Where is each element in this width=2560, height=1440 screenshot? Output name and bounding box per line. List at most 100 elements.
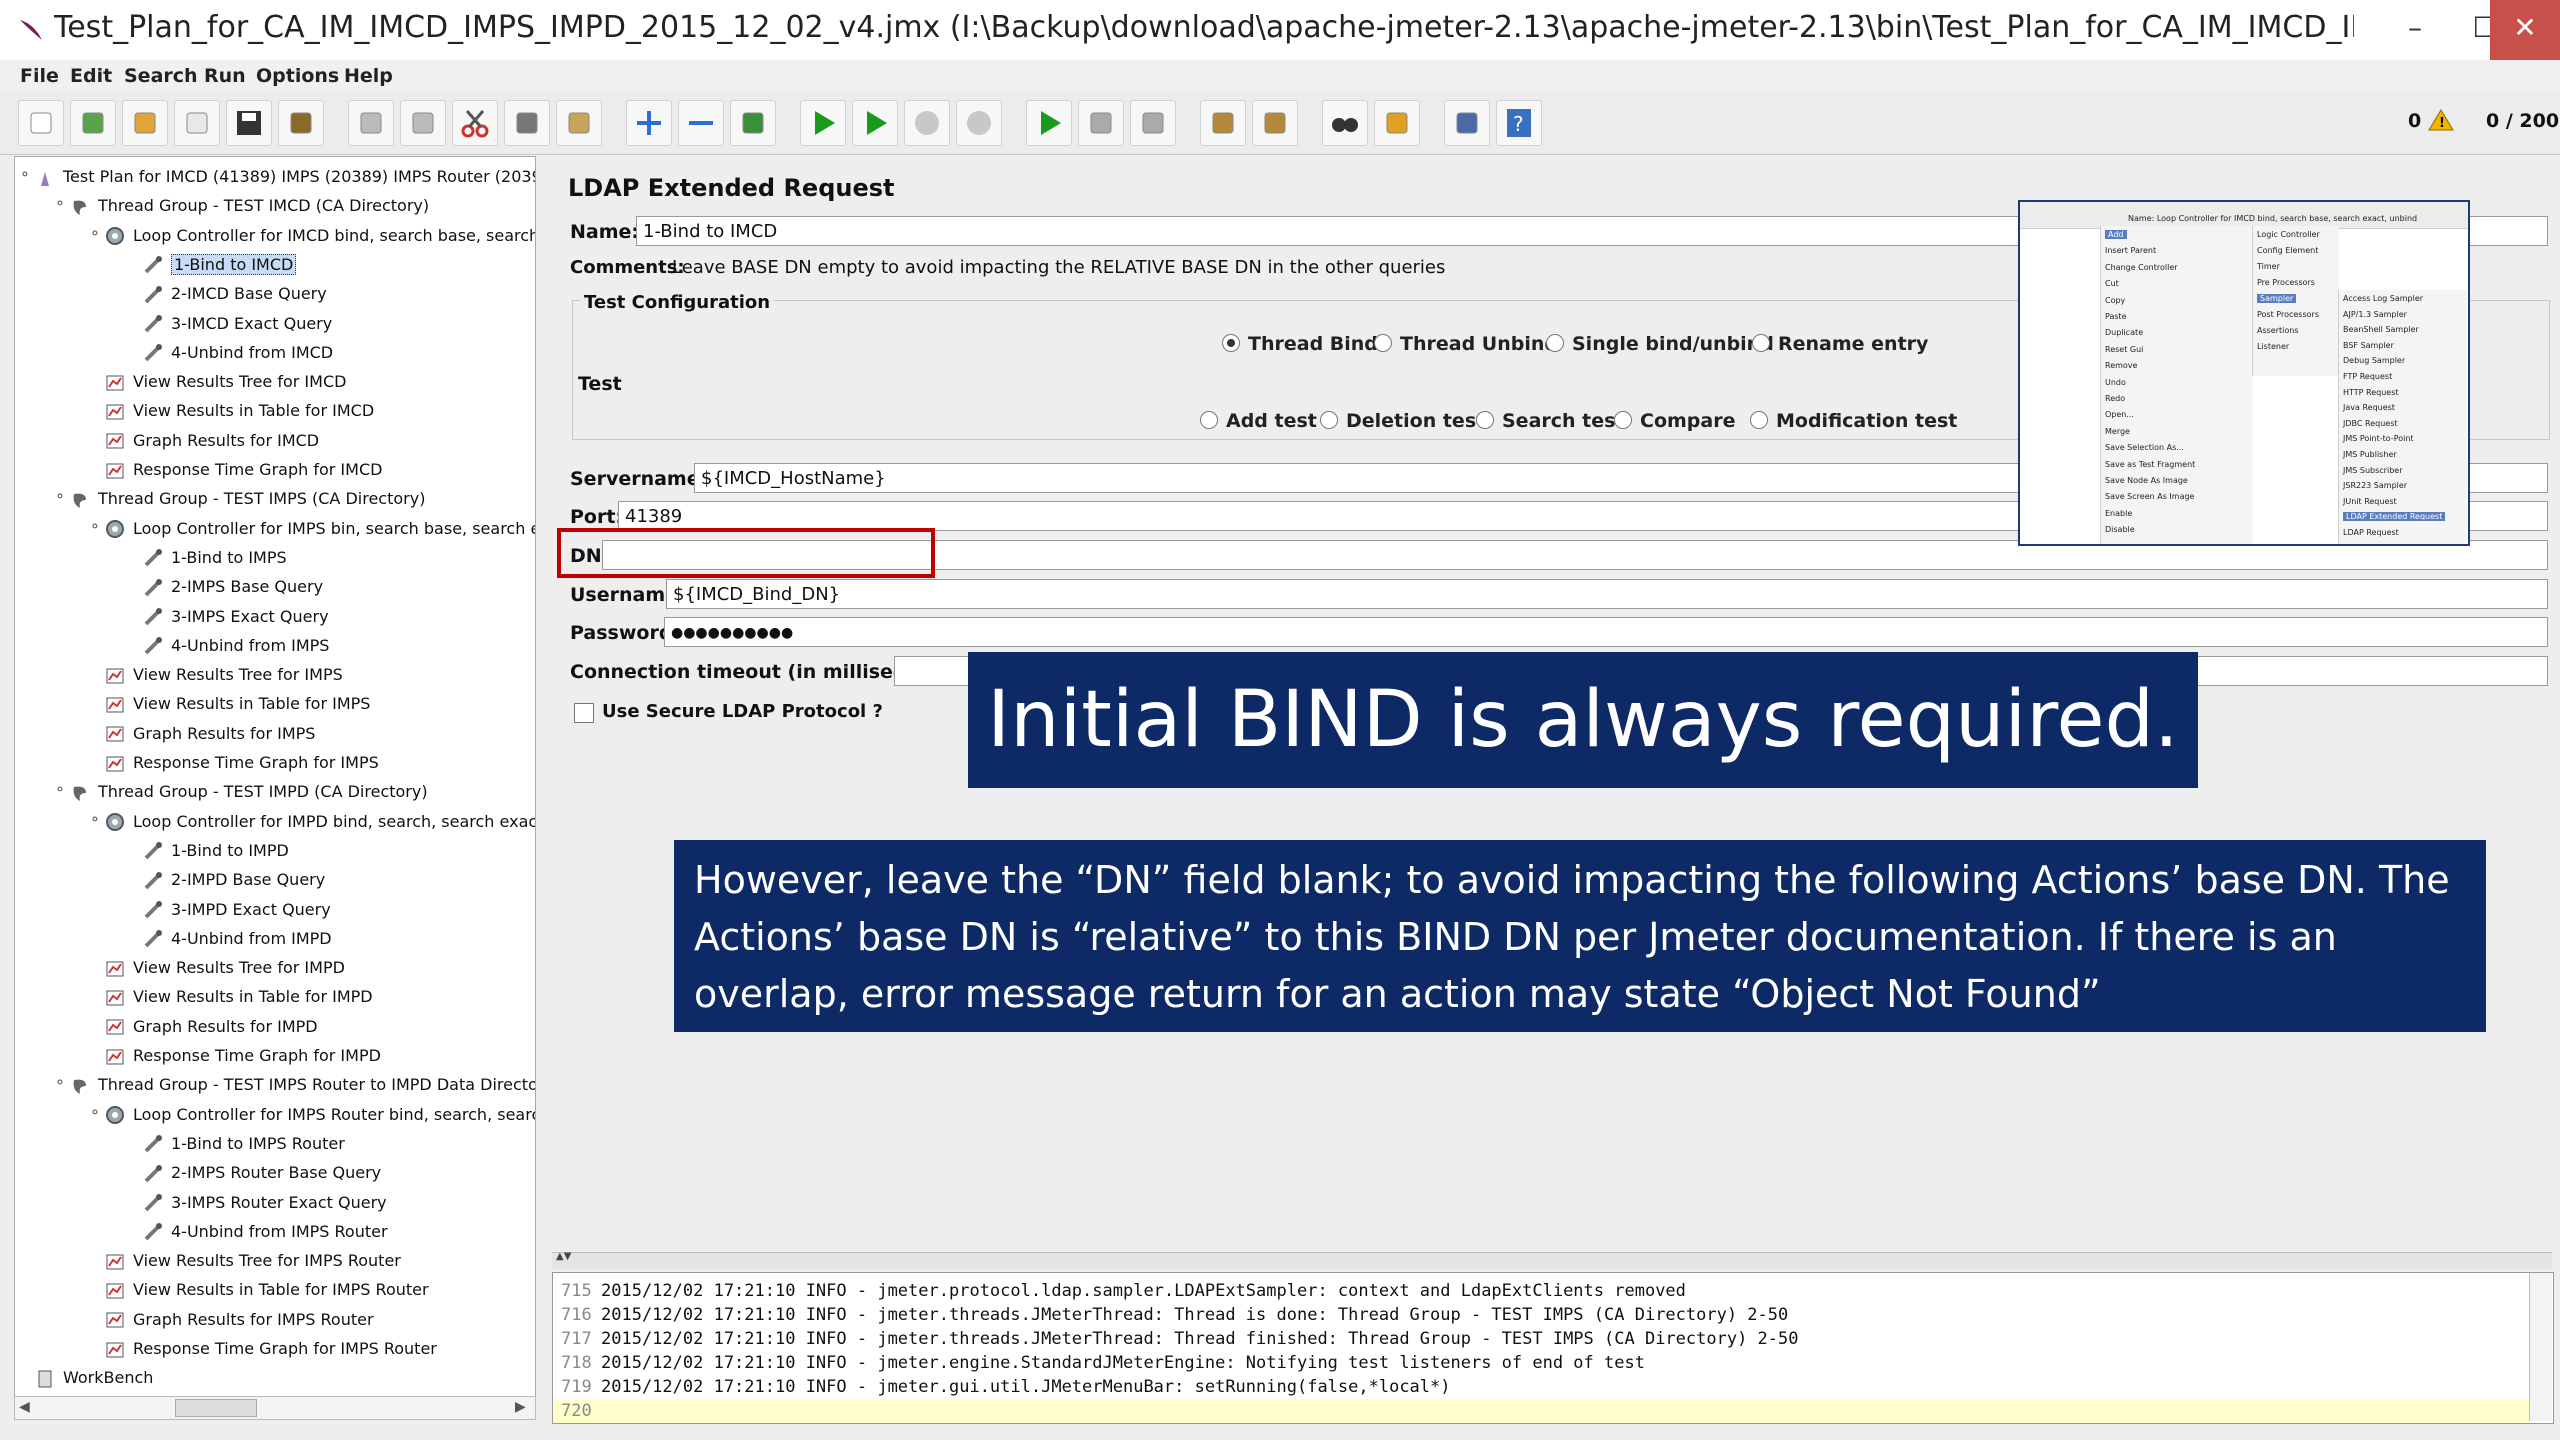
tree-sampler[interactable]: 1-Bind to IMPS Router xyxy=(143,1130,345,1158)
open-button[interactable] xyxy=(122,100,168,146)
warning-icon[interactable]: ! xyxy=(2428,108,2454,132)
save-as-button[interactable] xyxy=(278,100,324,146)
save-button[interactable] xyxy=(226,100,272,146)
tree-controller[interactable]: Loop Controller for IMPD bind, search, s… xyxy=(105,808,535,836)
radio-modification-test[interactable]: Modification test xyxy=(1750,410,1957,432)
undo-button[interactable] xyxy=(348,100,394,146)
tree-thread-group[interactable]: Thread Group - TEST IMPS (CA Directory) xyxy=(70,485,425,513)
tree-controller[interactable]: Loop Controller for IMCD bind, search ba… xyxy=(105,222,535,250)
tree-sampler[interactable]: 2-IMPS Router Base Query xyxy=(143,1159,381,1187)
search-button[interactable] xyxy=(1322,100,1368,146)
help-button[interactable]: ? xyxy=(1496,100,1542,146)
tree-sampler[interactable]: 3-IMPD Exact Query xyxy=(143,896,331,924)
tree-controller[interactable]: Loop Controller for IMPS bin, search bas… xyxy=(105,515,535,543)
collapse-button[interactable] xyxy=(678,100,724,146)
tree-listener[interactable]: View Results in Table for IMPS xyxy=(105,690,370,718)
tree-sampler[interactable]: 2-IMCD Base Query xyxy=(143,280,327,308)
tree-sampler[interactable]: 1-Bind to IMPS xyxy=(143,544,287,572)
reset-search-button[interactable] xyxy=(1374,100,1420,146)
log-splitter[interactable]: ▲▼ xyxy=(552,1251,2552,1269)
tree-listener[interactable]: View Results Tree for IMPD xyxy=(105,954,345,982)
tree-listener[interactable]: Graph Results for IMPS xyxy=(105,720,315,748)
radio-deletion-test[interactable]: Deletion test xyxy=(1320,410,1485,432)
menu-run[interactable]: Run xyxy=(204,65,246,87)
tree-node[interactable]: WorkBench xyxy=(35,1364,153,1392)
menu-file[interactable]: File xyxy=(20,65,59,87)
tree-sampler[interactable]: 3-IMPS Router Exact Query xyxy=(143,1189,387,1217)
expand-button[interactable] xyxy=(626,100,672,146)
menu-edit[interactable]: Edit xyxy=(70,65,112,87)
test-plan-tree[interactable]: Test Plan for IMCD (41389) IMPS (20389) … xyxy=(14,156,536,1398)
toggle-button[interactable] xyxy=(730,100,776,146)
secure-ldap-checkbox[interactable] xyxy=(574,703,594,723)
shutdown-button[interactable] xyxy=(956,100,1002,146)
remote-stop-button[interactable] xyxy=(1078,100,1124,146)
clear-button[interactable] xyxy=(1200,100,1246,146)
copy-button[interactable] xyxy=(504,100,550,146)
radio-compare[interactable]: Compare xyxy=(1614,410,1735,432)
tree-listener[interactable]: Response Time Graph for IMPD xyxy=(105,1042,381,1070)
tree-listener[interactable]: Response Time Graph for IMCD xyxy=(105,456,382,484)
tree-toggle-icon[interactable]: ⚬ xyxy=(89,226,101,242)
tree-thread-group[interactable]: Thread Group - TEST IMCD (CA Directory) xyxy=(70,192,429,220)
close-button[interactable]: ✕ xyxy=(2490,0,2560,60)
tree-sampler[interactable]: 2-IMPS Base Query xyxy=(143,573,323,601)
tree-listener[interactable]: View Results Tree for IMPS Router xyxy=(105,1247,401,1275)
paste-button[interactable] xyxy=(556,100,602,146)
menu-options[interactable]: Options xyxy=(256,65,339,87)
menu-search[interactable]: Search xyxy=(124,65,198,87)
redo-button[interactable] xyxy=(400,100,446,146)
menu-help[interactable]: Help xyxy=(344,65,393,87)
radio-add-test[interactable]: Add test xyxy=(1200,410,1317,432)
tree-sampler[interactable]: 4-Unbind from IMPD xyxy=(143,925,332,953)
remote-shutdown-button[interactable] xyxy=(1130,100,1176,146)
tree-listener[interactable]: Graph Results for IMPD xyxy=(105,1013,318,1041)
password-field[interactable]: ●●●●●●●●●● xyxy=(664,617,2548,647)
tree-listener[interactable]: View Results Tree for IMCD xyxy=(105,368,346,396)
tree-node[interactable]: Test Plan for IMCD (41389) IMPS (20389) … xyxy=(35,163,535,191)
tree-listener[interactable]: View Results in Table for IMPS Router xyxy=(105,1276,429,1304)
splitter-arrows-icon[interactable]: ▲▼ xyxy=(556,1251,571,1262)
tree-listener[interactable]: Response Time Graph for IMPS Router xyxy=(105,1335,437,1363)
tree-sampler[interactable]: 1-Bind to IMCD xyxy=(143,251,297,279)
radio-thread-unbind[interactable]: Thread Unbind xyxy=(1374,333,1558,355)
tree-sampler[interactable]: 3-IMCD Exact Query xyxy=(143,310,332,338)
radio-rename-entry[interactable]: Rename entry xyxy=(1752,333,1928,355)
tree-sampler[interactable]: 2-IMPD Base Query xyxy=(143,866,325,894)
tree-listener[interactable]: Graph Results for IMPS Router xyxy=(105,1306,374,1334)
close-file-button[interactable] xyxy=(174,100,220,146)
tree-sampler[interactable]: 3-IMPS Exact Query xyxy=(143,603,329,631)
tree-toggle-icon[interactable]: ⚬ xyxy=(19,167,31,183)
tree-toggle-icon[interactable]: ⚬ xyxy=(54,1075,66,1091)
tree-toggle-icon[interactable]: ⚬ xyxy=(89,812,101,828)
username-field[interactable]: ${IMCD_Bind_DN} xyxy=(666,579,2548,609)
remote-start-button[interactable] xyxy=(1026,100,1072,146)
tree-toggle-icon[interactable]: ⚬ xyxy=(54,489,66,505)
templates-button[interactable] xyxy=(70,100,116,146)
radio-thread-bind[interactable]: Thread Bind xyxy=(1222,333,1378,355)
start-no-pause-button[interactable] xyxy=(852,100,898,146)
tree-toggle-icon[interactable]: ⚬ xyxy=(54,196,66,212)
log-viewer[interactable]: 715 2015/12/02 17:21:10 INFO - jmeter.pro… xyxy=(552,1272,2554,1424)
tree-thread-group[interactable]: Thread Group - TEST IMPD (CA Directory) xyxy=(70,778,428,806)
function-helper-button[interactable] xyxy=(1444,100,1490,146)
tree-horizontal-scrollbar[interactable]: ◀ ▶ xyxy=(14,1396,536,1420)
tree-toggle-icon[interactable]: ⚬ xyxy=(89,1105,101,1121)
tree-thread-group[interactable]: Thread Group - TEST IMPS Router to IMPD … xyxy=(70,1071,535,1099)
comments-field[interactable]: Leave BASE DN empty to avoid impacting t… xyxy=(672,257,1445,278)
tree-sampler[interactable]: 1-Bind to IMPD xyxy=(143,837,289,865)
radio-search-test[interactable]: Search test xyxy=(1476,410,1625,432)
tree-toggle-icon[interactable]: ⚬ xyxy=(89,519,101,535)
new-button[interactable] xyxy=(18,100,64,146)
stop-button[interactable] xyxy=(904,100,950,146)
clear-all-button[interactable] xyxy=(1252,100,1298,146)
scroll-left-icon[interactable]: ◀ xyxy=(19,1399,30,1415)
tree-listener[interactable]: Response Time Graph for IMPS xyxy=(105,749,379,777)
tree-listener[interactable]: View Results Tree for IMPS xyxy=(105,661,343,689)
tree-toggle-icon[interactable]: ⚬ xyxy=(54,782,66,798)
scroll-right-icon[interactable]: ▶ xyxy=(515,1399,526,1415)
radio-single-bind-unbind[interactable]: Single bind/unbind xyxy=(1546,333,1774,355)
tree-listener[interactable]: View Results in Table for IMCD xyxy=(105,397,374,425)
log-vertical-scrollbar[interactable] xyxy=(2529,1273,2552,1421)
tree-listener[interactable]: View Results in Table for IMPD xyxy=(105,983,373,1011)
